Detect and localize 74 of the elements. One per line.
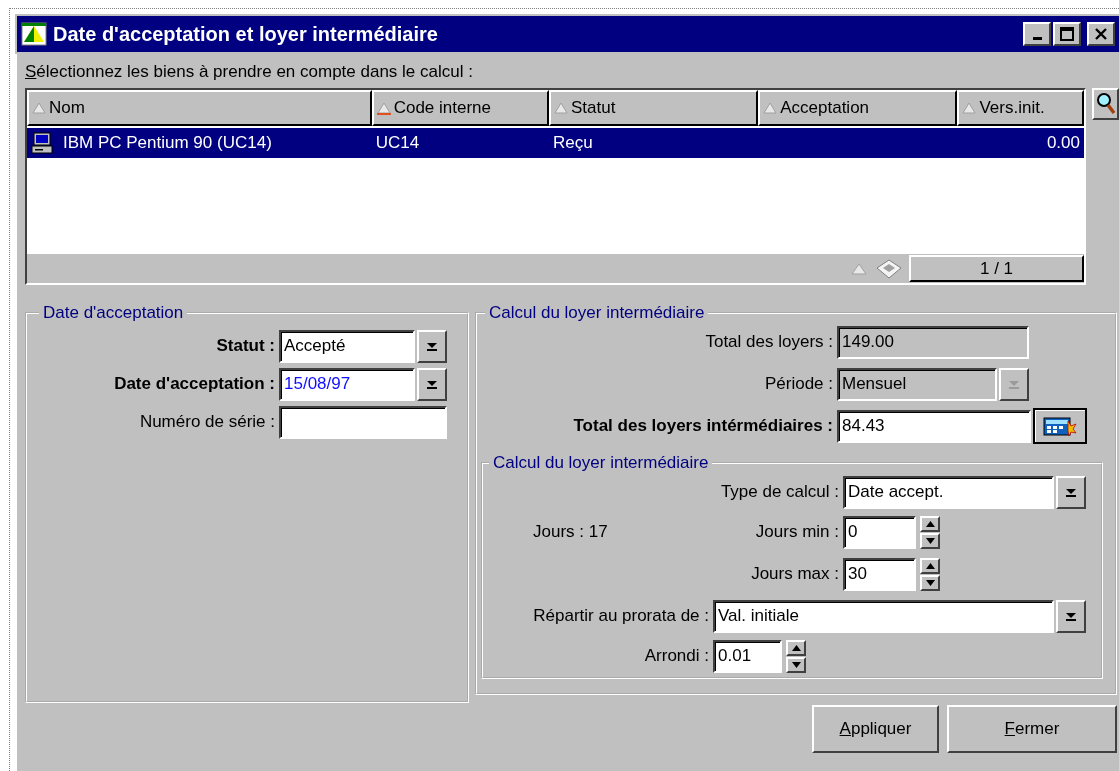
dropdown-arrow-icon bbox=[1064, 486, 1078, 498]
computer-icon bbox=[31, 132, 53, 154]
minimize-button[interactable] bbox=[1023, 22, 1051, 46]
dropdown-arrow-icon bbox=[425, 378, 439, 390]
dropdown-button[interactable] bbox=[417, 367, 447, 401]
table-cell: 0.00 bbox=[1046, 133, 1080, 153]
dropdown-button[interactable] bbox=[417, 329, 447, 363]
column-header[interactable]: Code interne bbox=[371, 90, 549, 126]
calculator-icon bbox=[1042, 415, 1078, 437]
field-label: Arrondi : bbox=[643, 646, 710, 666]
search-button[interactable] bbox=[1092, 88, 1119, 120]
group-title: Calcul du loyer intermédiaire bbox=[492, 453, 710, 473]
page-indicator: 1 / 1 bbox=[909, 255, 1084, 282]
spin-up-button[interactable] bbox=[786, 639, 806, 656]
app-icon bbox=[21, 22, 47, 46]
days-count: Jours : 17 bbox=[532, 522, 609, 542]
search-icon bbox=[1095, 92, 1116, 116]
table-cell: IBM PC Pentium 90 (UC14) bbox=[63, 133, 272, 153]
table-cell: Reçu bbox=[553, 133, 593, 153]
input-field[interactable]: 15/08/97 bbox=[279, 367, 415, 401]
input-field[interactable]: Date accept. bbox=[843, 475, 1054, 509]
field-label: Total des loyers intérmédiaires : bbox=[572, 416, 834, 436]
table-row[interactable]: IBM PC Pentium 90 (UC14) UC14 Reçu 0.00 bbox=[27, 128, 1084, 158]
spin-up-button[interactable] bbox=[920, 557, 940, 574]
input-field[interactable]: 0 bbox=[843, 515, 916, 549]
field-label: Jours min : bbox=[754, 522, 840, 542]
down-arrow-icon bbox=[925, 537, 935, 544]
column-header[interactable]: Nom bbox=[27, 90, 372, 126]
spin-up-button[interactable] bbox=[920, 515, 940, 532]
close-icon bbox=[1094, 28, 1108, 40]
input-field[interactable]: Accepté bbox=[279, 329, 415, 363]
up-arrow-icon bbox=[791, 644, 801, 651]
table-cell: UC14 bbox=[375, 133, 420, 153]
calculator-button[interactable] bbox=[1033, 408, 1087, 444]
input-field[interactable]: 0.01 bbox=[713, 639, 782, 673]
window-title: Date d'acceptation et loyer intermédiaire bbox=[53, 22, 439, 46]
maximize-icon bbox=[1060, 27, 1074, 41]
dialog-button[interactable]: Appliquer bbox=[812, 705, 939, 753]
sort-arrow-icon bbox=[851, 261, 867, 276]
input-field[interactable] bbox=[279, 405, 447, 439]
dialog-button[interactable]: Fermer bbox=[947, 705, 1117, 753]
field-label: Numéro de série : bbox=[138, 412, 276, 432]
column-header[interactable]: Statut bbox=[549, 90, 759, 126]
column-header[interactable]: Acceptation bbox=[758, 90, 958, 126]
field-label: Répartir au prorata de : bbox=[532, 606, 710, 626]
dropdown-arrow-icon bbox=[1007, 378, 1021, 390]
close-button[interactable] bbox=[1087, 22, 1115, 46]
field-label: Jours max : bbox=[750, 564, 840, 584]
maximize-button[interactable] bbox=[1053, 22, 1081, 46]
spin-down-button[interactable] bbox=[920, 532, 940, 549]
dropdown-button[interactable] bbox=[999, 367, 1029, 401]
dropdown-arrow-icon bbox=[1064, 610, 1078, 622]
field-label: Période : bbox=[763, 374, 834, 394]
field-label: Date d'acceptation : bbox=[113, 374, 276, 394]
dropdown-button[interactable] bbox=[1056, 475, 1086, 509]
down-arrow-icon bbox=[791, 661, 801, 668]
up-arrow-icon bbox=[925, 562, 935, 569]
field-label: Total des loyers : bbox=[704, 332, 834, 352]
input-field[interactable]: Val. initiale bbox=[713, 599, 1054, 633]
down-arrow-icon bbox=[925, 579, 935, 586]
list-label: Sélectionnez les biens à prendre en compte dans le calcul : bbox=[25, 61, 474, 83]
input-field[interactable]: 30 bbox=[843, 557, 916, 591]
field-label: Type de calcul : bbox=[719, 482, 840, 502]
spin-down-button[interactable] bbox=[920, 574, 940, 591]
minimize-icon bbox=[1032, 37, 1042, 40]
input-field[interactable]: 84.43 bbox=[837, 409, 1031, 443]
field-label: Statut : bbox=[215, 336, 276, 356]
spin-down-button[interactable] bbox=[786, 656, 806, 673]
group-title: Calcul du loyer intermédiaire bbox=[488, 303, 706, 323]
up-arrow-icon bbox=[925, 520, 935, 527]
dropdown-arrow-icon bbox=[425, 340, 439, 352]
dropdown-button[interactable] bbox=[1056, 599, 1086, 633]
column-header[interactable]: Vers.init. bbox=[957, 90, 1084, 126]
group-title: Date d'acceptation bbox=[42, 303, 185, 323]
